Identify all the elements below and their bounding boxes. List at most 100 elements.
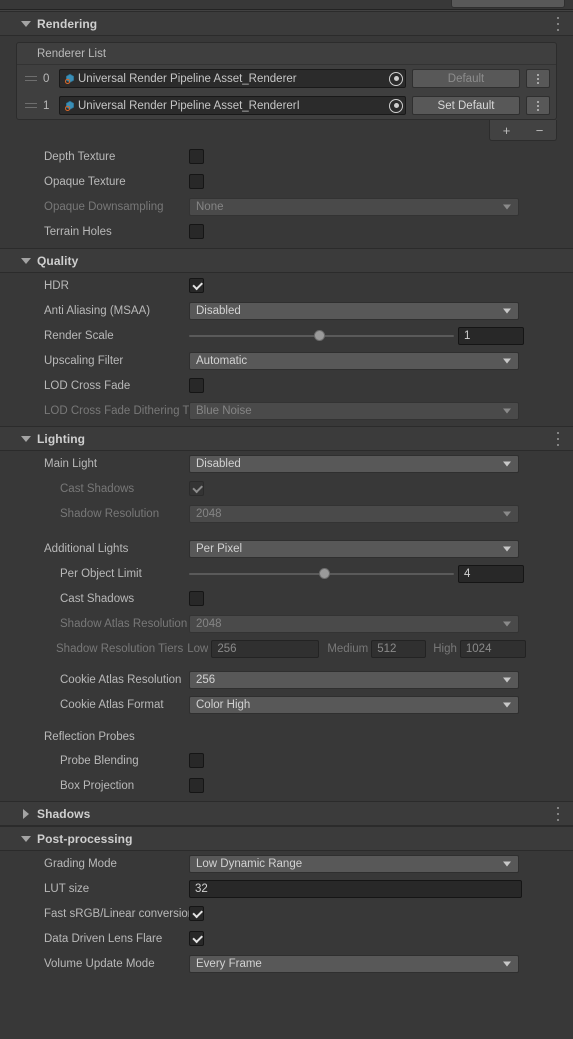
object-picker-icon[interactable] <box>389 71 403 86</box>
chevron-down-icon[interactable] <box>20 255 31 266</box>
main-cast-shadows-checkbox[interactable] <box>189 481 204 496</box>
section-header-quality[interactable]: Quality <box>0 248 573 273</box>
add-renderer-button[interactable]: + <box>503 124 511 137</box>
drag-handle-icon[interactable] <box>25 73 39 85</box>
section-title: Post-processing <box>37 831 133 846</box>
drag-handle-icon[interactable] <box>25 100 39 112</box>
tier-high-value[interactable]: 1024 <box>459 639 526 658</box>
urp-asset-inspector: Rendering Renderer List 0 Universal Rend… <box>0 0 573 1039</box>
field-label: Cast Shadows <box>60 592 135 605</box>
lod-dithering-dropdown[interactable]: Blue Noise <box>189 401 519 420</box>
field-hdr: HDR <box>0 273 573 298</box>
upscaling-filter-dropdown[interactable]: Automatic <box>189 351 519 370</box>
lens-flare-checkbox[interactable] <box>189 931 204 946</box>
field-label: Cookie Atlas Format <box>60 698 164 711</box>
chevron-down-icon <box>503 546 511 551</box>
renderer-object-field[interactable]: Universal Render Pipeline Asset_Renderer… <box>59 96 406 115</box>
fast-srgb-checkbox[interactable] <box>189 906 204 921</box>
per-object-limit-value[interactable]: 4 <box>458 564 524 583</box>
probe-blending-checkbox[interactable] <box>189 753 204 768</box>
main-light-dropdown[interactable]: Disabled <box>189 454 519 473</box>
per-object-limit-slider[interactable] <box>189 565 454 583</box>
cookie-atlas-resolution-dropdown[interactable]: 256 <box>189 670 519 689</box>
terrain-holes-checkbox[interactable] <box>189 224 204 239</box>
chevron-right-icon[interactable] <box>20 808 31 819</box>
field-anti-aliasing: Anti Aliasing (MSAA) Disabled <box>0 298 573 323</box>
section-header-lighting[interactable]: Lighting <box>0 426 573 451</box>
field-label: Volume Update Mode <box>44 957 155 970</box>
top-cutoff-strip <box>0 0 573 9</box>
opaque-downsampling-dropdown[interactable]: None <box>189 197 519 216</box>
dropdown-value: Every Frame <box>196 957 262 970</box>
partial-button-above[interactable] <box>451 0 565 8</box>
chevron-down-icon <box>503 204 511 209</box>
kebab-menu-icon[interactable] <box>553 431 563 447</box>
slider-handle[interactable] <box>318 568 330 579</box>
chevron-down-icon <box>503 461 511 466</box>
additional-cast-shadows-checkbox[interactable] <box>189 591 204 606</box>
field-label: Shadow Resolution Tiers <box>56 642 184 655</box>
additional-lights-dropdown[interactable]: Per Pixel <box>189 539 519 558</box>
renderer-list-row[interactable]: 1 Universal Render Pipeline Asset_Render… <box>17 92 556 119</box>
section-header-rendering[interactable]: Rendering <box>0 11 573 36</box>
dropdown-value: Automatic <box>196 354 248 367</box>
shadow-atlas-resolution-dropdown[interactable]: 2048 <box>189 614 519 633</box>
field-label: Box Projection <box>60 779 135 792</box>
field-label: Opaque Texture <box>44 175 126 188</box>
slider-handle[interactable] <box>313 330 325 341</box>
field-label: Probe Blending <box>60 754 139 767</box>
grading-mode-dropdown[interactable]: Low Dynamic Range <box>189 854 519 873</box>
field-label: Main Light <box>44 457 98 470</box>
dropdown-value: 2048 <box>196 507 222 520</box>
chevron-down-icon <box>503 308 511 313</box>
render-scale-value[interactable]: 1 <box>458 326 524 345</box>
field-label: Render Scale <box>44 329 114 342</box>
tier-medium-label: Medium <box>327 642 369 655</box>
render-scale-slider[interactable] <box>189 327 454 345</box>
kebab-menu-icon[interactable] <box>553 16 563 32</box>
section-title: Rendering <box>37 16 98 31</box>
chevron-down-icon <box>503 511 511 516</box>
renderer-object-field[interactable]: Universal Render Pipeline Asset_Renderer <box>59 69 406 88</box>
field-label: Additional Lights <box>44 542 129 555</box>
cookie-atlas-format-dropdown[interactable]: Color High <box>189 695 519 714</box>
dropdown-value: Blue Noise <box>196 404 252 417</box>
remove-renderer-button[interactable]: − <box>536 124 544 137</box>
field-label: LOD Cross Fade Dithering Type <box>44 404 189 417</box>
dropdown-value: Color High <box>196 698 251 711</box>
chevron-down-icon <box>503 677 511 682</box>
chevron-down-icon[interactable] <box>20 18 31 29</box>
renderer-asset-icon <box>63 99 77 113</box>
section-header-post-processing[interactable]: Post-processing <box>0 826 573 851</box>
tier-low-value[interactable]: 256 <box>211 639 320 658</box>
hdr-checkbox[interactable] <box>189 278 204 293</box>
chevron-down-icon <box>503 621 511 626</box>
volume-update-mode-dropdown[interactable]: Every Frame <box>189 954 519 973</box>
renderer-list-row[interactable]: 0 Universal Render Pipeline Asset_Render… <box>17 65 556 92</box>
field-label: LOD Cross Fade <box>44 379 131 392</box>
anti-aliasing-dropdown[interactable]: Disabled <box>189 301 519 320</box>
kebab-menu-icon[interactable] <box>553 806 563 822</box>
section-header-shadows[interactable]: Shadows <box>0 801 573 826</box>
set-default-button[interactable]: Set Default <box>412 96 520 115</box>
field-label: Grading Mode <box>44 857 117 870</box>
field-label: Fast sRGB/Linear conversions <box>44 907 189 920</box>
opaque-texture-checkbox[interactable] <box>189 174 204 189</box>
renderer-asset-name: Universal Render Pipeline Asset_Renderer… <box>78 99 300 112</box>
lut-size-input[interactable]: 32 <box>189 879 522 898</box>
row-kebab-menu-icon[interactable] <box>526 69 550 88</box>
default-button[interactable]: Default <box>412 69 520 88</box>
depth-texture-checkbox[interactable] <box>189 149 204 164</box>
tier-medium-value[interactable]: 512 <box>371 639 427 658</box>
row-kebab-menu-icon[interactable] <box>526 96 550 115</box>
chevron-down-icon[interactable] <box>20 833 31 844</box>
box-projection-checkbox[interactable] <box>189 778 204 793</box>
lod-cross-fade-checkbox[interactable] <box>189 378 204 393</box>
field-volume-update-mode: Volume Update Mode Every Frame <box>0 951 573 976</box>
dropdown-value: 256 <box>196 673 216 686</box>
main-shadow-resolution-dropdown[interactable]: 2048 <box>189 504 519 523</box>
chevron-down-icon <box>503 358 511 363</box>
object-picker-icon[interactable] <box>389 98 403 113</box>
field-label: Shadow Resolution <box>60 507 160 520</box>
chevron-down-icon[interactable] <box>20 433 31 444</box>
